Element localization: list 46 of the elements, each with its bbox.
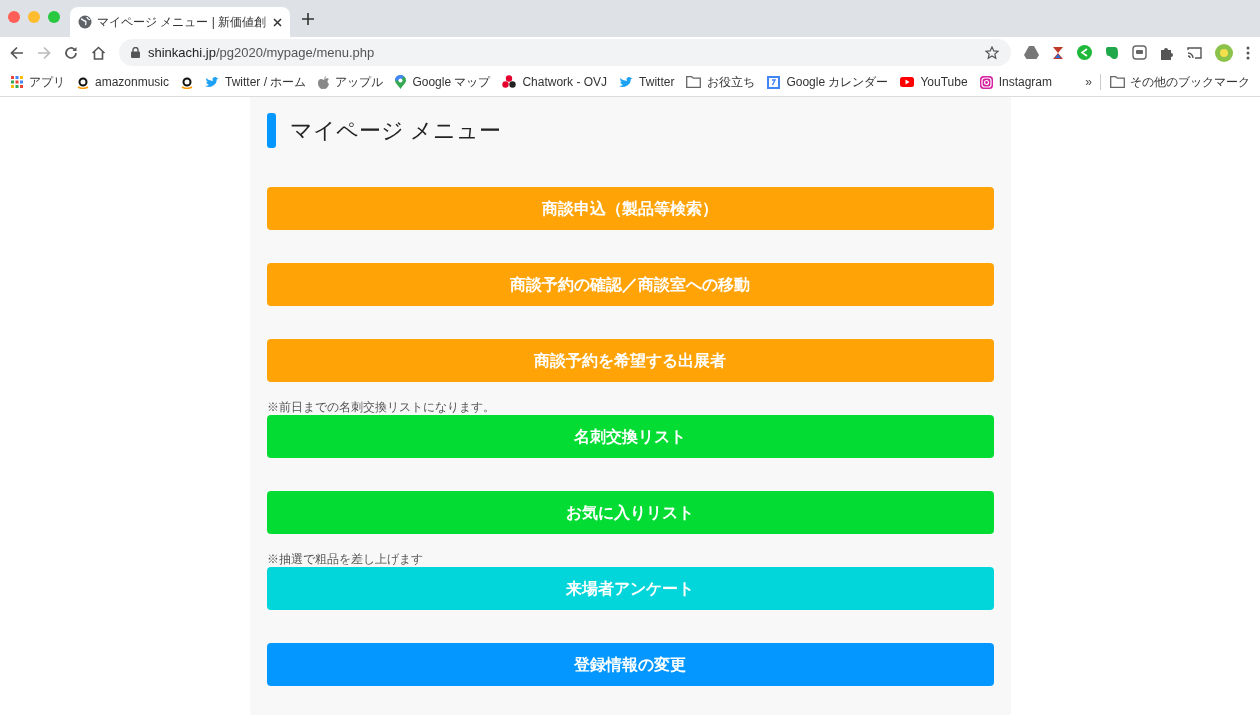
map-pin-icon — [395, 75, 407, 89]
cast-icon[interactable] — [1187, 46, 1202, 59]
more-bookmarks-button[interactable]: » — [1085, 73, 1092, 91]
close-tab-icon[interactable] — [273, 17, 282, 27]
bird-icon — [205, 76, 220, 88]
apple-icon — [318, 75, 330, 89]
bookmark-item[interactable]: お役立ち — [686, 73, 756, 91]
browser-tab[interactable]: マイページ メニュー | 新価値創 — [70, 7, 290, 37]
flower-icon — [502, 75, 517, 89]
bookmark-item[interactable]: Twitter / ホーム — [205, 73, 307, 91]
chat-icon[interactable] — [1132, 45, 1147, 60]
share-icon[interactable] — [1077, 45, 1092, 60]
bookmark-item[interactable]: アップル — [318, 73, 384, 91]
reload-icon[interactable] — [64, 45, 78, 60]
page-title: マイページ メニュー — [289, 117, 501, 145]
bookmark-item[interactable]: Twitter — [619, 73, 675, 91]
camera-icon — [979, 75, 993, 89]
bookmark-item[interactable]: YouTube — [900, 73, 968, 91]
grid-icon — [11, 76, 23, 88]
address-bar[interactable]: shinkachi.jp/pg2020/mypage/menu.php — [119, 39, 1011, 66]
puzzle-icon[interactable] — [1160, 45, 1174, 60]
lock-icon — [131, 47, 140, 58]
bird-icon — [619, 76, 634, 88]
url-text: shinkachi.jp/pg2020/mypage/menu.php — [148, 43, 376, 62]
folder-icon — [1110, 76, 1125, 88]
star-icon[interactable] — [985, 45, 999, 60]
folder-icon — [686, 76, 702, 88]
tab-title: マイページ メニュー | 新価値創 — [97, 14, 268, 31]
back-icon[interactable] — [10, 45, 24, 60]
play-icon — [900, 77, 915, 87]
note-text: ※前日までの名刺交換リストになります。 — [266, 400, 496, 415]
bookmark-item[interactable]: Google マップ — [395, 73, 491, 91]
calendar-icon — [767, 75, 781, 89]
hourglass-icon[interactable] — [1052, 45, 1064, 60]
bookmark-item[interactable]: アプリ — [11, 73, 65, 91]
bookmark-item[interactable]: Chatwork - OVJ — [502, 73, 608, 91]
note-text: ※抽選で粗品を差し上げます — [266, 552, 424, 567]
menu-icon[interactable] — [1246, 45, 1250, 60]
new-tab-icon[interactable] — [302, 12, 314, 25]
heading-bar — [266, 113, 276, 148]
home-icon[interactable] — [91, 45, 106, 60]
other-bookmarks-folder[interactable]: その他のブックマーク — [1110, 73, 1250, 91]
bookmark-item[interactable]: Google カレンダー — [767, 73, 889, 91]
bookmark-item[interactable]: amazonmusic — [77, 73, 170, 91]
bookmark-item[interactable]: Instagram — [979, 73, 1052, 91]
globe-icon — [78, 15, 92, 29]
